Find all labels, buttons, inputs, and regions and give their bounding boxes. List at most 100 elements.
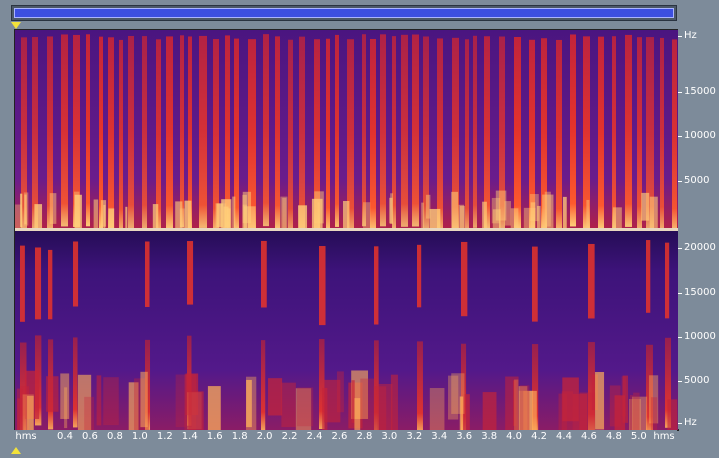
frequency-tick-mark xyxy=(678,337,682,338)
low-frequency-energy xyxy=(34,204,43,232)
low-frequency-energy xyxy=(425,194,431,219)
low-frequency-energy xyxy=(324,379,341,423)
low-frequency-energy xyxy=(451,373,465,414)
time-tick-label: 3.6 xyxy=(456,431,473,442)
spectral-burst xyxy=(362,34,366,227)
low-frequency-energy xyxy=(360,378,377,436)
time-tick-label: 5.0 xyxy=(630,431,647,442)
time-tick-label: 4.0 xyxy=(506,431,523,442)
low-frequency-energy xyxy=(562,196,567,229)
spectral-burst xyxy=(261,240,267,308)
spectrogram-view[interactable] xyxy=(14,29,679,456)
spectral-burst xyxy=(145,241,150,307)
spectral-burst xyxy=(437,38,443,231)
spectral-burst xyxy=(213,39,219,232)
spectral-burst xyxy=(288,39,293,232)
spectral-burst xyxy=(99,36,103,229)
spectral-burst xyxy=(672,39,677,232)
low-frequency-energy xyxy=(649,196,658,230)
channel-1-spectrogram xyxy=(15,30,678,246)
spectral-burst xyxy=(484,36,490,229)
spectral-burst xyxy=(370,38,376,231)
scrollbar-thumb[interactable] xyxy=(14,8,674,18)
spectral-burst xyxy=(35,247,42,320)
time-tick-label: 2.8 xyxy=(356,431,373,442)
time-tick-label: 0.4 xyxy=(57,431,73,442)
frequency-unit-label: Hz xyxy=(684,30,697,41)
spectral-burst xyxy=(583,36,590,229)
frequency-tick-mark xyxy=(678,136,682,137)
frequency-tick-label: 5000 xyxy=(684,175,710,186)
low-frequency-energy xyxy=(579,392,596,450)
frequency-tick-mark xyxy=(678,92,682,93)
frequency-tick-mark xyxy=(678,293,682,294)
low-frequency-energy xyxy=(650,397,658,456)
frequency-tick-label: 5000 xyxy=(684,375,710,386)
time-tick-label: 2.4 xyxy=(306,431,323,442)
low-frequency-energy xyxy=(595,372,605,430)
frequency-tick-mark xyxy=(678,248,682,249)
spectral-burst xyxy=(570,34,576,227)
spectral-burst xyxy=(514,36,521,229)
spectral-burst xyxy=(299,36,305,229)
spectral-burst xyxy=(598,36,604,229)
spectral-burst xyxy=(166,36,173,229)
spectral-burst xyxy=(612,36,616,229)
spectral-burst xyxy=(412,34,419,227)
frequency-unit-label: Hz xyxy=(684,417,697,428)
spectral-burst xyxy=(473,35,477,228)
spectral-burst xyxy=(128,35,134,228)
low-frequency-energy xyxy=(24,194,27,225)
spectral-burst xyxy=(86,34,90,227)
low-frequency-energy xyxy=(519,385,530,444)
time-tick-label: 3.2 xyxy=(406,431,423,442)
time-tick-label: 3.8 xyxy=(481,431,498,442)
frequency-axis: Hz 15000 10000 5000 20000 15000 10000 5000 Hz xyxy=(678,29,719,429)
spectral-burst xyxy=(73,241,79,307)
frequency-tick-label: 15000 xyxy=(684,287,716,298)
spectral-burst xyxy=(465,39,469,232)
horizontal-scrollbar[interactable] xyxy=(11,5,677,21)
low-frequency-energy xyxy=(351,380,355,423)
low-frequency-energy xyxy=(74,194,82,233)
frequency-tick-label: 15000 xyxy=(684,86,716,97)
time-tick-label: 4.8 xyxy=(605,431,622,442)
time-tick-label: 2.2 xyxy=(281,431,298,442)
low-frequency-energy xyxy=(314,191,324,224)
low-frequency-energy xyxy=(232,196,236,234)
spectral-burst xyxy=(461,241,468,317)
spectral-burst xyxy=(326,38,330,231)
low-frequency-energy xyxy=(22,394,34,432)
low-frequency-energy xyxy=(354,398,361,444)
low-frequency-energy xyxy=(246,379,252,428)
low-frequency-energy xyxy=(505,376,519,433)
time-tick-label: 3.0 xyxy=(381,431,398,442)
low-frequency-energy xyxy=(268,378,283,416)
spectral-burst xyxy=(156,39,161,232)
spectral-burst xyxy=(119,39,123,232)
spectral-burst xyxy=(646,240,651,313)
time-tick-label: 3.4 xyxy=(431,431,448,442)
low-frequency-energy xyxy=(281,382,296,428)
low-frequency-energy xyxy=(100,200,107,227)
spectral-burst xyxy=(199,35,207,228)
spectral-burst xyxy=(73,337,78,428)
time-axis-unit-right: hms xyxy=(653,431,675,442)
playhead-end-marker-icon[interactable] xyxy=(11,447,21,454)
frequency-tick-mark xyxy=(678,181,682,182)
spectral-burst xyxy=(188,36,192,229)
low-frequency-energy xyxy=(64,387,68,429)
spectral-burst xyxy=(61,34,68,227)
time-tick-label: 2.6 xyxy=(331,431,348,442)
spectral-burst xyxy=(532,246,538,322)
low-frequency-energy xyxy=(562,377,579,422)
low-frequency-energy xyxy=(84,396,94,433)
low-frequency-energy xyxy=(46,376,59,412)
low-frequency-energy xyxy=(614,395,626,450)
time-tick-label: 4.4 xyxy=(556,431,572,442)
low-frequency-energy xyxy=(542,194,554,229)
playhead-start-marker-icon[interactable] xyxy=(11,22,21,29)
spectral-burst xyxy=(32,37,38,230)
channel-2-spectrogram xyxy=(15,231,678,456)
time-tick-label: 1.4 xyxy=(181,431,198,442)
